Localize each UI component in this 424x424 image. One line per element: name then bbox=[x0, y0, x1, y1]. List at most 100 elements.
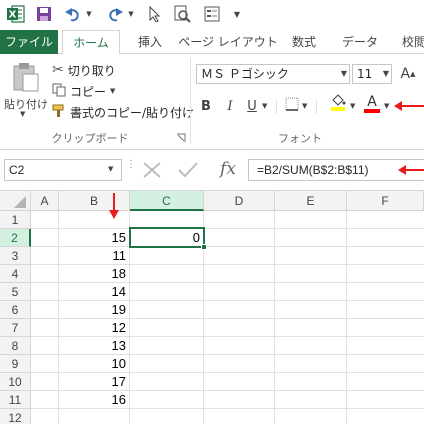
row-header-3[interactable]: 3 bbox=[0, 247, 31, 265]
font-separator-2 bbox=[316, 100, 317, 114]
row-header-12[interactable]: 12 bbox=[0, 409, 31, 424]
worksheet-grid[interactable]: A B C D E F 1 2 3 4 5 6 7 8 9 10 11 12 1… bbox=[0, 190, 424, 424]
row-header-2[interactable]: 2 bbox=[0, 229, 31, 247]
copy-dropdown-icon: ▼ bbox=[110, 87, 116, 95]
paste-dropdown-icon: ▼ bbox=[20, 110, 26, 118]
grow-font-button[interactable]: A ▲ bbox=[398, 64, 418, 84]
copy-button[interactable]: コピー ▼ bbox=[52, 81, 115, 101]
italic-button[interactable]: I bbox=[220, 96, 240, 116]
cut-button[interactable]: ✂ 切り取り bbox=[52, 60, 116, 80]
scissors-icon: ✂ bbox=[52, 62, 64, 78]
col-header-a[interactable]: A bbox=[31, 191, 59, 211]
row-header-1[interactable]: 1 bbox=[0, 211, 31, 229]
save-icon[interactable] bbox=[34, 4, 54, 24]
col-header-d[interactable]: D bbox=[204, 191, 275, 211]
ribbon-tabs: ファイル ホーム 挿入 ページ レイアウト 数式 データ 校閲 bbox=[0, 30, 424, 55]
cell-b7[interactable]: 12 bbox=[59, 319, 129, 337]
font-size-dropdown-icon: ▼ bbox=[382, 69, 389, 78]
cell-b5[interactable]: 14 bbox=[59, 283, 129, 301]
row-header-11[interactable]: 11 bbox=[0, 391, 31, 409]
cell-b6[interactable]: 19 bbox=[59, 301, 129, 319]
font-name-select[interactable]: ＭＳ Ｐゴシック ▼ bbox=[196, 64, 350, 84]
cell-b11[interactable]: 16 bbox=[59, 391, 129, 409]
group-separator bbox=[190, 58, 191, 144]
col-header-e[interactable]: E bbox=[275, 191, 347, 211]
select-all-corner[interactable] bbox=[0, 191, 31, 211]
cut-label: 切り取り bbox=[67, 63, 116, 78]
font-separator bbox=[276, 100, 277, 114]
cell-b8[interactable]: 13 bbox=[59, 337, 129, 355]
ribbon: 貼り付け ▼ ✂ 切り取り コピー ▼ 書式のコピー/貼り付け クリップボード … bbox=[0, 54, 424, 150]
tab-file[interactable]: ファイル bbox=[0, 30, 58, 54]
grow-font-caret-icon: ▲ bbox=[410, 70, 416, 78]
bold-button[interactable]: B bbox=[196, 96, 216, 116]
annotation-arrow-down bbox=[108, 193, 120, 219]
format-painter-label: 書式のコピー/貼り付け bbox=[70, 105, 195, 120]
underline-dropdown-icon[interactable]: ▼ bbox=[262, 102, 267, 110]
shrink-font-button[interactable]: A bbox=[420, 64, 424, 84]
copy-icon bbox=[52, 83, 66, 100]
cell-b10[interactable]: 17 bbox=[59, 373, 129, 391]
redo-icon[interactable] bbox=[106, 4, 124, 24]
excel-logo-icon: X bbox=[6, 4, 26, 24]
tab-page-layout[interactable]: ページ レイアウト bbox=[178, 30, 278, 54]
row-header-5[interactable]: 5 bbox=[0, 283, 31, 301]
paint-bucket-icon bbox=[330, 93, 346, 115]
font-color-bar bbox=[364, 109, 380, 113]
cell-b4[interactable]: 18 bbox=[59, 265, 129, 283]
customize-icon[interactable]: ▼ bbox=[230, 4, 244, 24]
cancel-icon[interactable] bbox=[140, 160, 164, 180]
tab-home[interactable]: ホーム bbox=[62, 30, 120, 55]
cell-b3[interactable]: 11 bbox=[59, 247, 129, 265]
format-painter-icon bbox=[52, 104, 66, 121]
gridline bbox=[274, 211, 275, 424]
tab-insert[interactable]: 挿入 bbox=[130, 30, 170, 54]
font-color-label: A bbox=[367, 94, 377, 110]
tab-review[interactable]: 校閲 bbox=[394, 30, 424, 54]
formula-bar-splitter[interactable]: ⋮ bbox=[126, 160, 136, 178]
print-preview-icon[interactable] bbox=[172, 4, 192, 24]
enter-icon[interactable] bbox=[176, 160, 200, 180]
form-icon[interactable] bbox=[202, 4, 222, 24]
paste-label: 貼り付け bbox=[4, 98, 48, 111]
tab-formulas[interactable]: 数式 bbox=[284, 30, 324, 54]
dialog-launcher-icon[interactable] bbox=[176, 132, 186, 142]
name-box[interactable]: C2 bbox=[4, 159, 122, 181]
tab-data[interactable]: データ bbox=[336, 30, 384, 54]
cell-b2[interactable]: 15 bbox=[59, 229, 129, 247]
font-size-select[interactable]: 11 ▼ bbox=[352, 64, 392, 84]
row-header-7[interactable]: 7 bbox=[0, 319, 31, 337]
row-header-6[interactable]: 6 bbox=[0, 301, 31, 319]
insert-function-icon[interactable]: fx bbox=[216, 157, 240, 181]
col-header-f[interactable]: F bbox=[347, 191, 424, 211]
row-header-4[interactable]: 4 bbox=[0, 265, 31, 283]
border-button[interactable] bbox=[282, 96, 302, 116]
border-dropdown-icon[interactable]: ▼ bbox=[302, 102, 307, 110]
paste-button[interactable]: 貼り付け ▼ bbox=[4, 60, 48, 120]
font-name-value: ＭＳ Ｐゴシック bbox=[201, 67, 289, 81]
fill-color-dropdown-icon[interactable]: ▼ bbox=[350, 102, 355, 110]
underline-button[interactable]: U bbox=[242, 96, 262, 116]
undo-icon[interactable] bbox=[64, 4, 82, 24]
annotation-arrow-left bbox=[398, 164, 424, 176]
row-header-8[interactable]: 8 bbox=[0, 337, 31, 355]
fill-handle[interactable] bbox=[201, 244, 207, 250]
font-color-dropdown-icon[interactable]: ▼ bbox=[384, 102, 389, 110]
row-header-9[interactable]: 9 bbox=[0, 355, 31, 373]
format-painter-button[interactable]: 書式のコピー/貼り付け bbox=[52, 102, 194, 122]
col-header-c[interactable]: C bbox=[130, 191, 204, 211]
clipboard-icon bbox=[12, 62, 40, 95]
fill-color-button[interactable] bbox=[328, 94, 348, 114]
undo-dropdown-icon[interactable]: ▼ bbox=[84, 4, 94, 24]
name-box-dropdown-icon[interactable]: ▼ bbox=[108, 165, 113, 173]
annotation-arrow-right bbox=[394, 100, 424, 112]
redo-dropdown-icon[interactable]: ▼ bbox=[126, 4, 136, 24]
font-color-button[interactable]: A bbox=[362, 94, 382, 114]
font-name-dropdown-icon: ▼ bbox=[340, 69, 347, 78]
gridline bbox=[346, 211, 347, 424]
quick-access-toolbar: X ▼ ▼ ▼ bbox=[0, 0, 424, 30]
select-cursor-icon[interactable] bbox=[146, 4, 164, 24]
row-header-10[interactable]: 10 bbox=[0, 373, 31, 391]
clipboard-group-label: クリップボード bbox=[51, 132, 129, 145]
cell-b9[interactable]: 10 bbox=[59, 355, 129, 373]
